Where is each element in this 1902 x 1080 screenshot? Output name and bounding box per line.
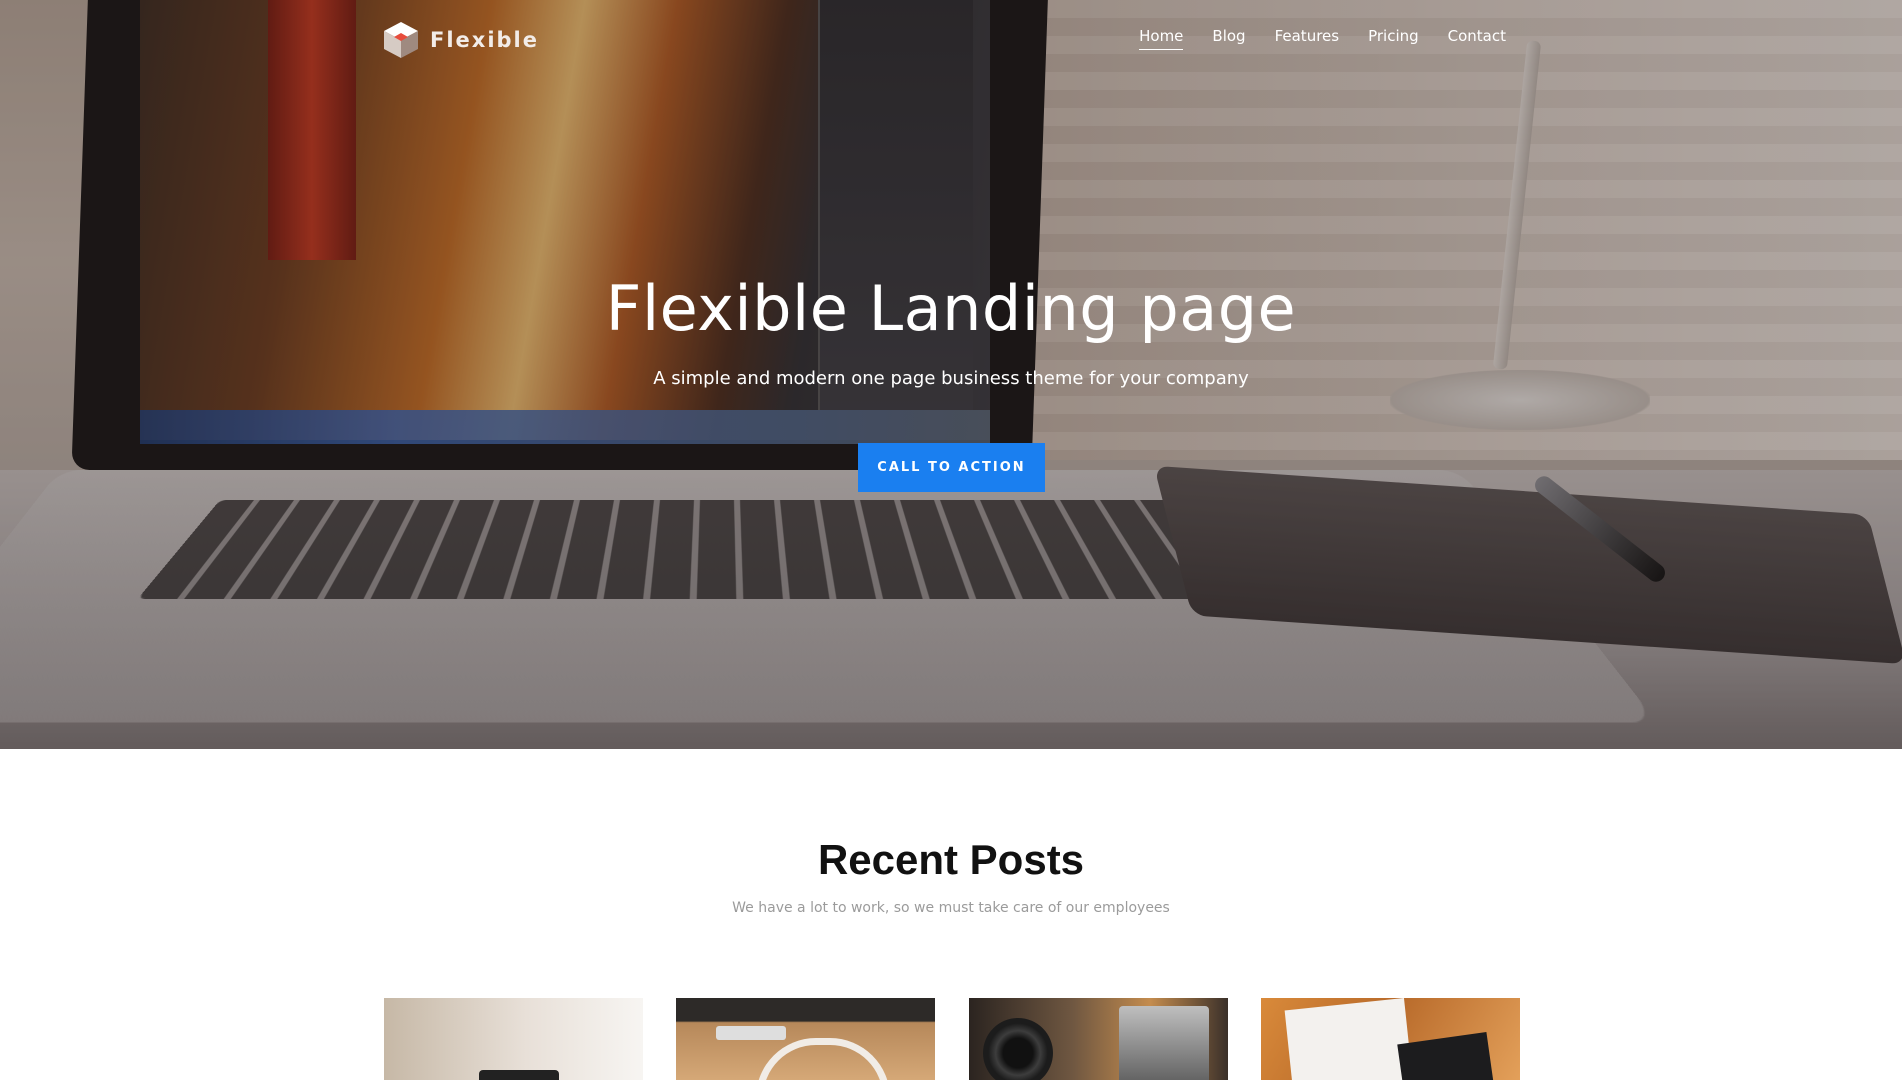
logo-cube-icon bbox=[384, 22, 418, 58]
nav-item-pricing[interactable]: Pricing bbox=[1368, 27, 1419, 50]
hero-title: Flexible Landing page bbox=[605, 272, 1297, 345]
post-thumbnail[interactable] bbox=[676, 998, 935, 1080]
hero-subtitle: A simple and modern one page business th… bbox=[653, 368, 1249, 389]
post-thumbnail[interactable] bbox=[1261, 998, 1520, 1080]
brand-logo[interactable]: Flexible bbox=[382, 20, 539, 60]
recent-posts-subtitle: We have a lot to work, so we must take c… bbox=[732, 900, 1170, 916]
nav-item-contact[interactable]: Contact bbox=[1448, 27, 1506, 50]
call-to-action-button[interactable]: CALL TO ACTION bbox=[858, 443, 1045, 492]
nav-item-features[interactable]: Features bbox=[1275, 27, 1340, 50]
main-nav: Home Blog Features Pricing Contact bbox=[1139, 27, 1506, 50]
brand-name: Flexible bbox=[430, 28, 540, 52]
post-thumbnail[interactable] bbox=[969, 998, 1228, 1080]
post-thumbnail[interactable] bbox=[384, 998, 643, 1080]
nav-item-home[interactable]: Home bbox=[1139, 27, 1184, 50]
recent-posts-title: Recent Posts bbox=[817, 836, 1085, 883]
nav-item-blog[interactable]: Blog bbox=[1212, 27, 1245, 50]
